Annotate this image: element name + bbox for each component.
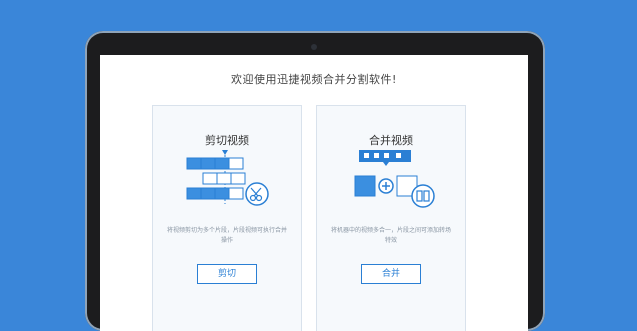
merge-video-card[interactable]: 合并视频 将机器中的视频多合一，片段之间可添加转场特效 合并: [316, 105, 466, 331]
camera-dot: [311, 44, 317, 50]
merge-video-icon: [354, 150, 435, 208]
cut-card-description: 将视频剪切为多个片段，片段视频可执行合并操作: [167, 227, 288, 244]
cut-button[interactable]: 剪切: [197, 264, 257, 284]
welcome-title: 欢迎使用迅捷视频合并分割软件!: [231, 73, 397, 86]
cut-card-title: 剪切视频: [205, 134, 249, 147]
merge-card-description: 将机器中的视频多合一，片段之间可添加转场特效: [331, 227, 452, 244]
cut-video-card[interactable]: 剪切视频 将视频剪切为多个片段，片段视频可执行合并操作 剪切: [152, 105, 302, 331]
merge-button[interactable]: 合并: [361, 264, 421, 284]
cut-video-icon: [186, 150, 269, 206]
merge-card-title: 合并视频: [369, 134, 413, 147]
app-screen: 欢迎使用迅捷视频合并分割软件! 剪切视频 将视频剪切为多个片段，片段视频可执行合…: [100, 55, 528, 331]
laptop-bezel: 欢迎使用迅捷视频合并分割软件! 剪切视频 将视频剪切为多个片段，片段视频可执行合…: [85, 31, 545, 331]
